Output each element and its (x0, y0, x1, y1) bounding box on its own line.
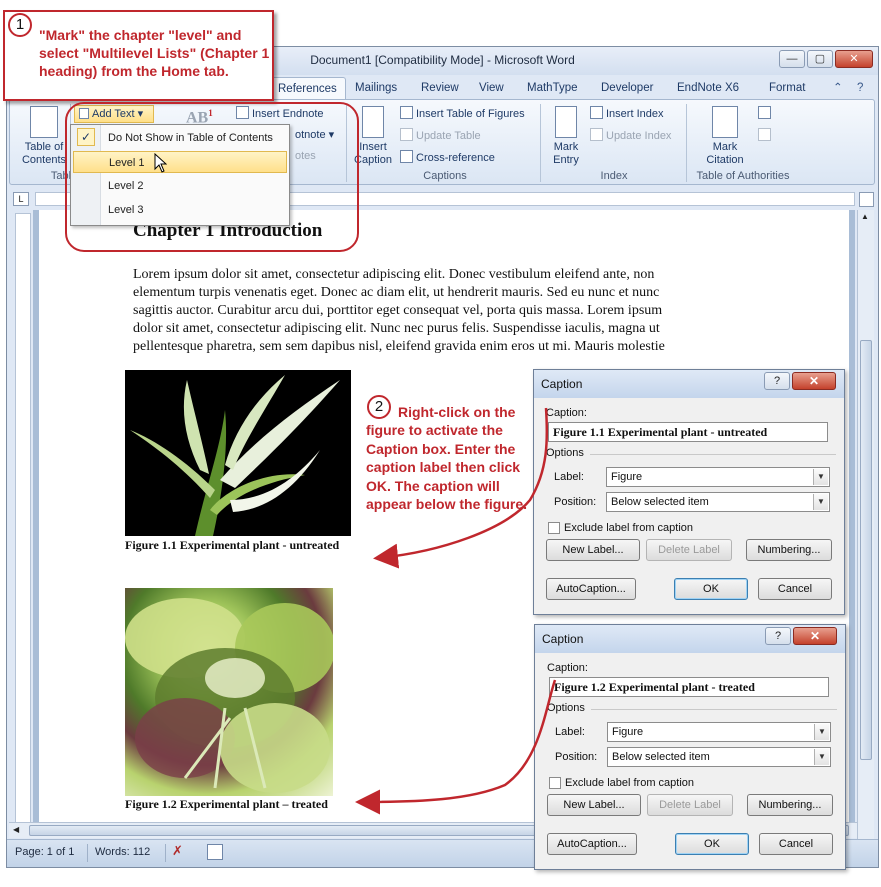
highlight-ring (65, 102, 359, 252)
arrow-to-caption-1 (373, 407, 549, 569)
arrow-to-caption-2 (355, 679, 557, 815)
annotation-overlay (65, 102, 557, 815)
